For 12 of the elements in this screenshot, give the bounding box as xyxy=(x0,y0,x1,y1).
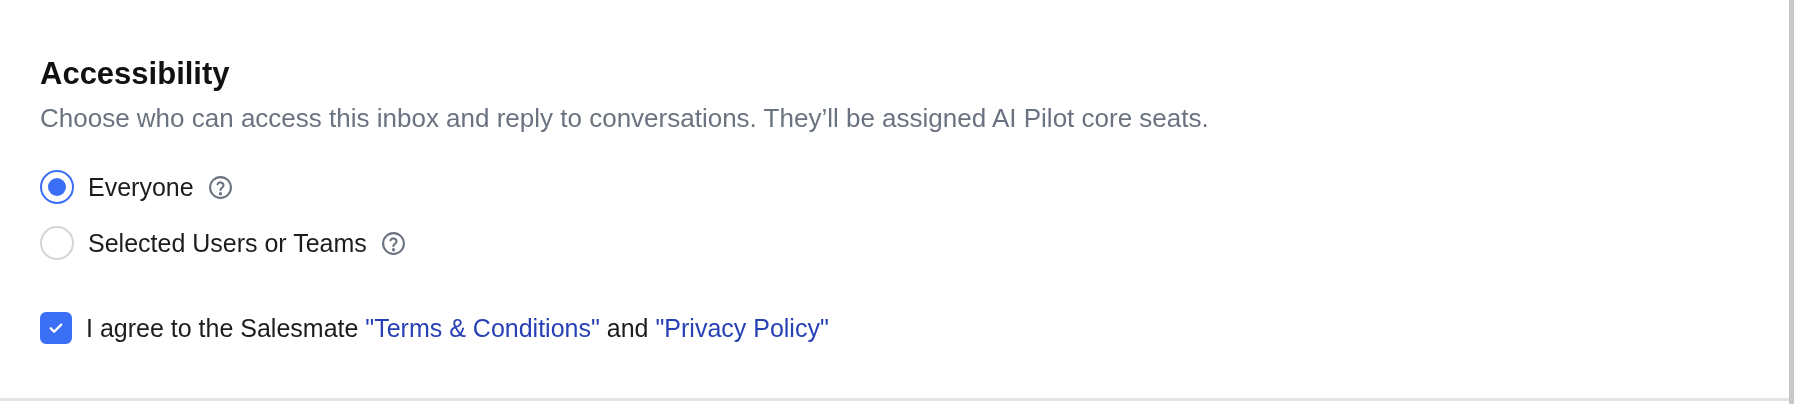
help-icon[interactable] xyxy=(207,174,233,200)
help-icon[interactable] xyxy=(380,230,406,256)
checkbox[interactable] xyxy=(40,312,72,344)
policy-link[interactable]: "Terms & Conditions" xyxy=(365,313,600,342)
section-title: Accessibility xyxy=(40,55,231,93)
policy-link[interactable]: "Privacy Policy" xyxy=(655,313,829,342)
option-label: Selected Users or Teams xyxy=(88,228,367,259)
radio-button[interactable] xyxy=(40,170,74,204)
option-label: Everyone xyxy=(88,172,194,203)
scrollbar[interactable] xyxy=(1789,0,1794,404)
section-description: Choose who can access this inbox and reply to conversations. They’ll be assigned AI Pilot core seats. xyxy=(40,102,1210,134)
agreement-text: I agree to the Salesmate "Terms & Conditions" and "Privacy Policy" xyxy=(86,313,829,343)
